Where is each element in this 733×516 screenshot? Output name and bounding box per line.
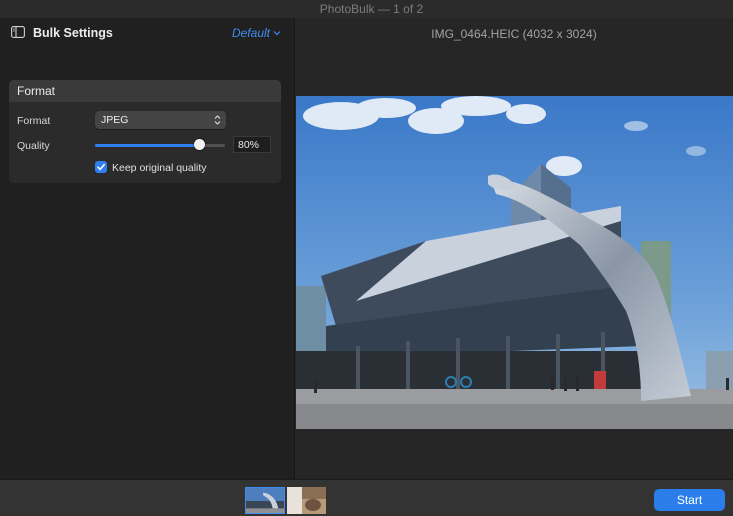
sidebar: Bulk Settings Default Format Format JPEG…	[0, 18, 295, 479]
photo-preview	[296, 96, 733, 429]
thumbnail-2[interactable]	[287, 487, 326, 514]
checkmark-icon	[97, 163, 105, 171]
quality-label: Quality	[17, 140, 50, 152]
format-label: Format	[17, 115, 51, 127]
format-panel-title: Format	[9, 80, 281, 102]
sidebar-header: Bulk Settings Default	[0, 18, 294, 48]
slider-fill	[95, 144, 199, 147]
preset-label: Default	[231, 26, 270, 40]
window-title: PhotoBulk — 1 of 2	[0, 0, 733, 18]
image-filename: IMG_0464.HEIC (4032 x 3024)	[431, 27, 597, 41]
keep-original-label[interactable]: Keep original quality	[112, 162, 207, 174]
bottom-bar: Start	[0, 479, 733, 516]
keep-original-checkbox[interactable]	[95, 161, 107, 173]
quality-value: 80%	[238, 138, 260, 151]
updown-chevron-icon	[214, 115, 221, 125]
format-select[interactable]: JPEG	[95, 111, 226, 129]
sidebar-toggle-icon[interactable]	[11, 26, 25, 38]
thumbnail-1[interactable]	[245, 487, 285, 514]
chevron-down-icon	[273, 31, 281, 36]
format-panel: Format Format JPEG Quality 80% Keep orig…	[9, 80, 281, 183]
quality-slider[interactable]	[95, 138, 225, 152]
preset-dropdown[interactable]: Default	[232, 26, 281, 40]
sidebar-title: Bulk Settings	[33, 26, 113, 40]
quality-input[interactable]: 80%	[233, 136, 271, 153]
image-viewer: IMG_0464.HEIC (4032 x 3024)	[295, 18, 733, 479]
slider-knob[interactable]	[194, 139, 205, 150]
start-button[interactable]: Start	[654, 489, 725, 511]
format-select-value: JPEG	[101, 114, 129, 126]
